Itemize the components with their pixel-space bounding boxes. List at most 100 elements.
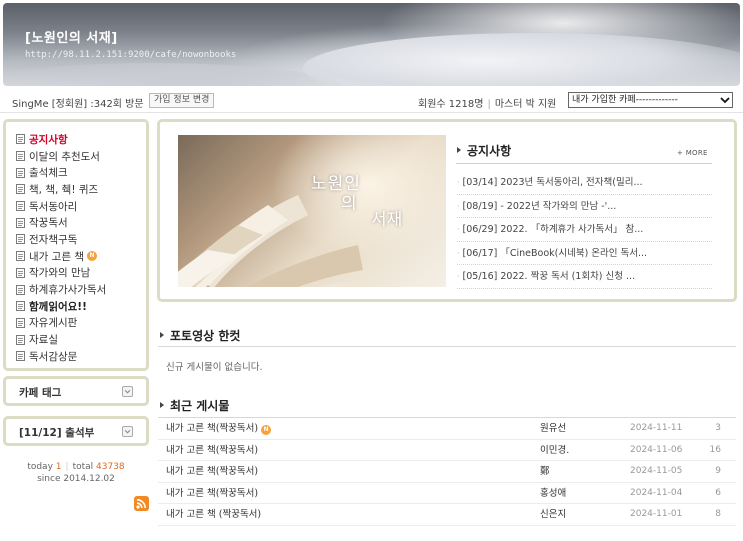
- table-row[interactable]: 내가 고른 책(짝꿍독서) 鄭 2024-11-05 9: [158, 461, 736, 483]
- document-icon: [16, 284, 25, 295]
- photo-section-title[interactable]: 포토영상 한컷: [160, 327, 240, 344]
- menu-item-label: 함께읽어요!!: [29, 300, 87, 313]
- post-title-cell[interactable]: 내가 고른 책 (짝꿍독서): [166, 504, 261, 525]
- document-icon: [16, 167, 25, 178]
- photo-section-label: 포토영상 한컷: [170, 329, 241, 343]
- menu-item[interactable]: 작가와의 만남: [16, 265, 146, 282]
- menu-item-label: 내가 고른 책: [29, 250, 84, 263]
- post-date: 2024-11-11: [630, 423, 683, 433]
- menu-item[interactable]: 자유게시판: [16, 315, 146, 332]
- rss-icon[interactable]: [134, 496, 149, 511]
- menu-item-label: 이달의 추천도서: [29, 150, 100, 163]
- today-label: today: [27, 462, 53, 472]
- master-name[interactable]: 마스터 박 지원: [495, 99, 557, 110]
- cafe-url[interactable]: http://98.11.2.151:9200/cafe/nowonbooks: [25, 50, 236, 60]
- hero-title-line3: 서재: [371, 210, 403, 230]
- member-count: 회원수 1218명: [418, 99, 484, 110]
- notice-item[interactable]: · [05/16] 2022. 짝꿍 독서 (1회차) 신청 ...: [457, 265, 712, 289]
- post-author[interactable]: 이민경.: [540, 440, 569, 461]
- post-date: 2024-11-06: [630, 444, 683, 455]
- post-title: 내가 고른 책 (짝꿍독서): [166, 509, 262, 521]
- menu-item-label: 자유게시판: [29, 317, 78, 330]
- table-row[interactable]: 내가 고른 책(짝꿍독서) N 원유선 2024-11-11 3: [158, 418, 736, 440]
- table-row[interactable]: 내가 고른 책 (짝꿍독서) 신은지 2024-11-01 8: [158, 504, 736, 526]
- post-views: 3: [715, 423, 721, 433]
- recent-section-label: 최근 게시물: [170, 399, 230, 413]
- notice-item-text: [08/19] - 2022년 작가와의 만남 -'...: [462, 200, 617, 212]
- menu-item[interactable]: 내가 고른 책N: [16, 248, 146, 265]
- joined-cafe-select-value: 내가 가입한 카페-------------: [572, 95, 678, 105]
- attendance-box[interactable]: [11/12] 출석부: [3, 416, 149, 446]
- bullet-icon: ·: [457, 201, 460, 211]
- post-views: 9: [715, 466, 721, 477]
- post-author[interactable]: 홍성애: [540, 483, 566, 504]
- post-author[interactable]: 신은지: [540, 504, 566, 525]
- post-author[interactable]: 원유선: [540, 418, 566, 439]
- bullet-icon: ·: [457, 225, 460, 234]
- menu-item[interactable]: 독서동아리: [16, 198, 146, 215]
- chevron-down-icon[interactable]: [122, 386, 133, 397]
- post-title-cell[interactable]: 내가 고른 책(짝꿍독서): [166, 461, 258, 482]
- notice-divider: [456, 163, 712, 164]
- menu-item-label: 작가와의 만남: [29, 267, 91, 280]
- divider: |: [487, 99, 491, 110]
- menu-item[interactable]: 전자책구독: [16, 231, 146, 248]
- divider: |: [65, 462, 69, 472]
- menu-item-label: 하계휴가사가독서: [29, 284, 107, 297]
- empty-message: 신규 게시물이 없습니다.: [166, 362, 263, 373]
- chevron-down-icon[interactable]: [122, 426, 133, 437]
- menu-item[interactable]: 책, 책, 췍! 퀴즈: [16, 181, 146, 198]
- post-title-cell[interactable]: 내가 고른 책(짝꿍독서): [166, 440, 258, 461]
- today-count: 1: [55, 462, 62, 472]
- document-icon: [16, 301, 25, 312]
- cafe-title[interactable]: [노원인의 서재]: [25, 27, 118, 46]
- post-date: 2024-11-04: [630, 487, 683, 498]
- menu-item[interactable]: 독서감상문: [16, 348, 146, 365]
- menu-item[interactable]: 자료실: [16, 331, 146, 348]
- joined-cafe-select[interactable]: 내가 가입한 카페-------------: [568, 92, 733, 108]
- bullet-icon: ·: [457, 272, 460, 281]
- menu-item-label: 전자책구독: [29, 233, 78, 246]
- post-title: 내가 고른 책(짝꿍독서): [166, 423, 259, 434]
- menu-item[interactable]: 공지사항: [16, 131, 146, 148]
- bullet-icon: ·: [457, 178, 460, 187]
- bullet-arrow-icon: [160, 402, 164, 408]
- menu-item-label: 독서감상문: [29, 350, 78, 363]
- total-count: 43738: [96, 462, 125, 472]
- notice-list: · [03/14] 2023년 독서동아리, 전자책(밀리... · [08/19] …: [457, 171, 712, 289]
- recent-section-title[interactable]: 최근 게시물: [160, 397, 229, 414]
- menu-item[interactable]: 이달의 추천도서: [16, 148, 146, 165]
- new-badge-icon: N: [261, 425, 272, 435]
- attendance-label: [11/12] 출석부: [19, 427, 95, 439]
- menu-item[interactable]: 출석체크: [16, 164, 146, 181]
- menu-item[interactable]: 하계휴가사가독서: [16, 281, 146, 298]
- notice-item-text: [03/14] 2023년 독서동아리, 전자책(밀리...: [462, 177, 643, 188]
- more-link[interactable]: + MORE: [677, 149, 708, 157]
- post-title-cell[interactable]: 내가 고른 책(짝꿍독서): [166, 483, 258, 504]
- bullet-arrow-icon: [457, 147, 461, 153]
- cafe-banner: [노원인의 서재] http://98.11.2.151:9200/cafe/n…: [3, 3, 740, 86]
- cafe-tag-box[interactable]: 카페 태그: [3, 376, 149, 406]
- notice-item[interactable]: · [08/19] - 2022년 작가와의 만남 -'...: [457, 195, 712, 218]
- table-row[interactable]: 내가 고른 책(짝꿍독서) 이민경. 2024-11-06 16: [158, 440, 736, 462]
- table-row[interactable]: 내가 고른 책(짝꿍독서) 홍성애 2024-11-04 6: [158, 483, 736, 505]
- notice-item[interactable]: · [06/17] 「CineBook(시네북) 온라인 독서...: [457, 242, 712, 265]
- post-date: 2024-11-01: [630, 509, 683, 520]
- menu-item[interactable]: 함께읽어요!!: [16, 298, 146, 315]
- hero-title-line2: 의: [341, 194, 357, 214]
- post-title-cell[interactable]: 내가 고른 책(짝꿍독서) N: [166, 418, 272, 439]
- post-date: 2024-11-05: [630, 466, 683, 477]
- notice-item[interactable]: · [03/14] 2023년 독서동아리, 전자책(밀리...: [457, 171, 712, 195]
- section-divider: [158, 346, 736, 347]
- chevron-down-icon: [720, 97, 730, 104]
- notice-item[interactable]: · [06/29] 2022. 「하계휴가 사가독서」 참...: [457, 218, 712, 242]
- document-icon: [16, 351, 25, 362]
- menu-item[interactable]: 작꿍독서: [16, 214, 146, 231]
- notice-item-text: [05/16] 2022. 짝꿍 독서 (1회차) 신청 ...: [462, 271, 636, 282]
- post-title: 내가 고른 책(짝꿍독서): [166, 466, 259, 478]
- edit-profile-button[interactable]: 가입 정보 변경: [149, 93, 215, 108]
- post-author[interactable]: 鄭: [540, 461, 550, 482]
- notice-heading[interactable]: 공지사항: [457, 142, 511, 159]
- document-icon: [16, 217, 25, 228]
- document-icon: [16, 251, 25, 262]
